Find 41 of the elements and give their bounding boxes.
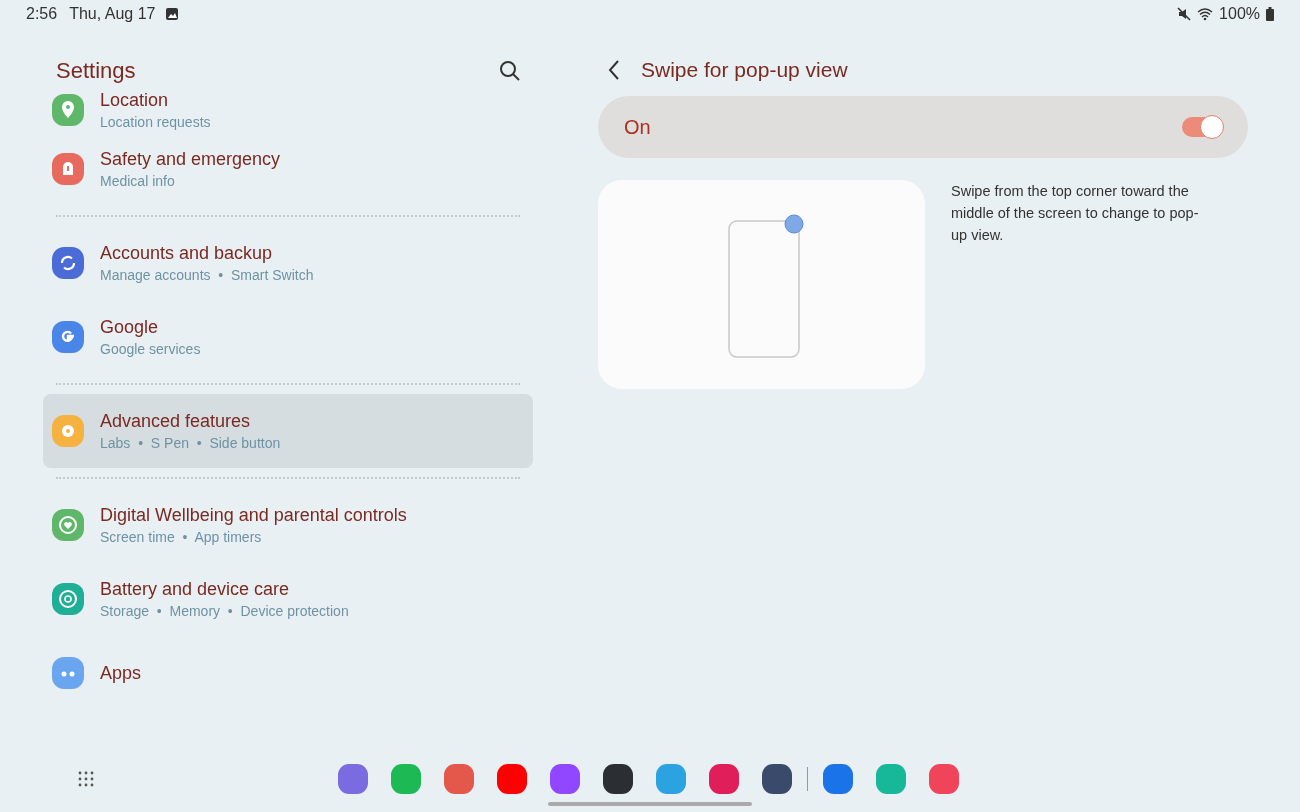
item-title: Google — [100, 317, 159, 338]
item-title: Battery and device care — [100, 579, 290, 600]
settings-item[interactable]: Google Google services — [43, 300, 533, 374]
app-icon[interactable] — [762, 764, 792, 794]
search-icon[interactable] — [499, 60, 521, 82]
item-title: Safety and emergency — [100, 149, 281, 170]
item-title: Accounts and backup — [100, 243, 273, 264]
back-icon[interactable] — [607, 59, 621, 81]
toggle-switch[interactable] — [1182, 117, 1222, 137]
description-text: Swipe from the top corner toward the middle of the screen to change to pop-up view. — [951, 182, 1200, 245]
page-title: Swipe for pop-up view — [641, 58, 848, 82]
battery-percent: 100% — [1219, 5, 1260, 23]
settings-item[interactable]: Advanced features Labs • S Pen • Side button — [43, 394, 533, 468]
app-icon[interactable] — [603, 764, 633, 794]
item-subtitle: Google services — [100, 341, 201, 357]
settings-item[interactable]: Apps — [43, 636, 533, 710]
item-subtitle: Screen time • App timers — [100, 529, 262, 545]
settings-item[interactable]: Battery and device care Storage • Memory • Device protection — [43, 562, 533, 636]
settings-item[interactable]: Safety and emergency Medical info — [43, 132, 533, 206]
switch-bar[interactable]: On — [598, 96, 1248, 158]
mute-icon — [1177, 7, 1192, 21]
item-title: Location — [100, 90, 169, 111]
item-subtitle: Manage accounts • Smart Switch — [100, 267, 314, 283]
item-subtitle: Location requests — [100, 114, 211, 130]
item-title: Digital Wellbeing and parental controls — [100, 505, 407, 526]
settings-item[interactable]: Digital Wellbeing and parental controls Screen time • App timers — [43, 488, 533, 562]
switch-label: On — [624, 115, 651, 139]
settings-item[interactable]: Location Location requests — [43, 88, 533, 132]
battery-icon — [1266, 7, 1274, 21]
item-title: Apps — [100, 662, 142, 684]
wifi-icon — [1197, 7, 1214, 21]
item-subtitle: Labs • S Pen • Side button — [100, 435, 281, 451]
settings-title: Settings — [56, 58, 136, 84]
status-time: 2:56 — [26, 5, 58, 23]
item-subtitle: Storage • Memory • Device protection — [100, 603, 349, 619]
status-date: Thu, Aug 17 — [69, 5, 156, 23]
settings-item[interactable]: Accounts and backup Manage accounts • Smart Switch — [43, 226, 533, 300]
item-subtitle: Medical info — [100, 173, 175, 189]
app-drawer-icon[interactable] — [77, 770, 95, 788]
item-title: Advanced features — [100, 411, 251, 432]
image-icon — [165, 7, 180, 21]
